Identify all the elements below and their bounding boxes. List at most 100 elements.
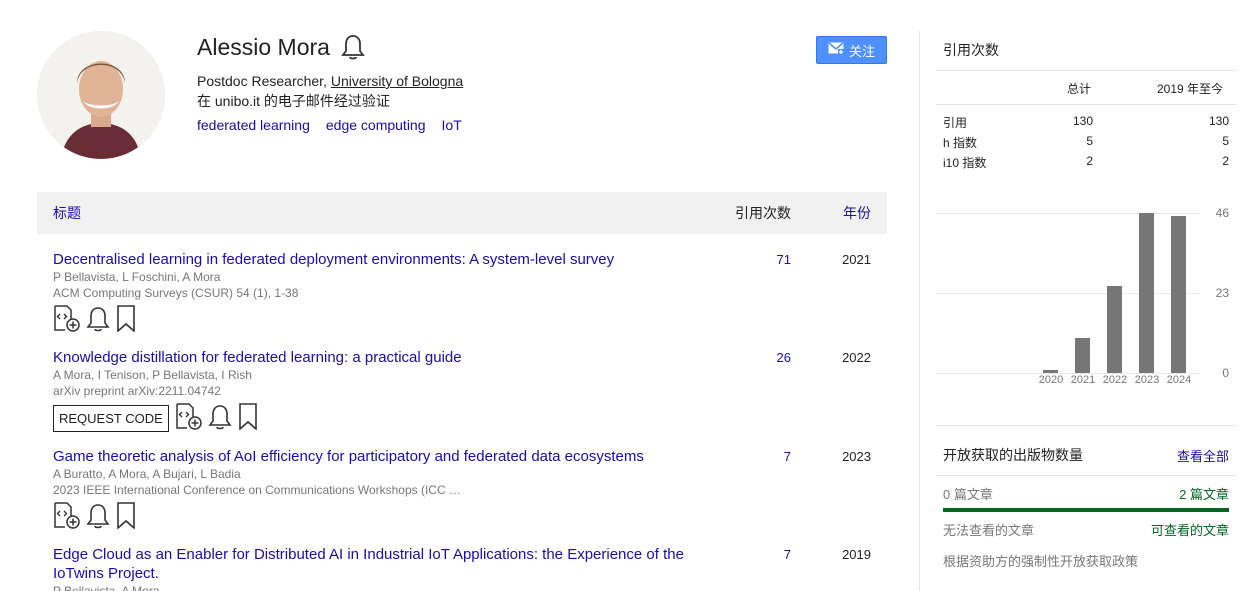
article-year: 2021 bbox=[842, 252, 871, 267]
divider bbox=[936, 70, 1237, 71]
chart-bar[interactable] bbox=[1107, 286, 1122, 373]
chart-y-tick-label: 46 bbox=[1215, 206, 1229, 220]
code-add-icon[interactable] bbox=[175, 403, 202, 433]
affiliation-role: Postdoc Researcher, bbox=[197, 73, 331, 89]
chart-gridline bbox=[936, 293, 1201, 294]
chart-y-tick-label: 0 bbox=[1222, 366, 1229, 380]
stats-col-all: 总计 bbox=[1067, 82, 1092, 96]
chart-y-tick-label: 23 bbox=[1215, 286, 1229, 300]
interests-list: federated learning edge computing IoT bbox=[197, 117, 462, 133]
view-all-link[interactable]: 查看全部 bbox=[1177, 446, 1229, 465]
request-code-button[interactable]: REQUEST CODE bbox=[53, 404, 169, 432]
mail-icon bbox=[828, 42, 844, 58]
affiliation: Postdoc Researcher, University of Bologn… bbox=[197, 72, 463, 90]
stats-row: h 指数 5 5 bbox=[943, 134, 1229, 150]
column-divider bbox=[919, 31, 920, 591]
chart-bar[interactable] bbox=[1171, 216, 1186, 373]
bell-icon[interactable] bbox=[340, 33, 366, 61]
stat-since: 2 bbox=[1222, 154, 1229, 168]
interest-link[interactable]: IoT bbox=[442, 117, 462, 133]
article-year: 2019 bbox=[842, 547, 871, 562]
profile-name: Alessio Mora bbox=[197, 33, 330, 60]
article-title-link[interactable]: Knowledge distillation for federated lea… bbox=[53, 348, 713, 367]
article-authors: A Buratto, A Mora, A Bujari, L Badia bbox=[53, 467, 241, 481]
article-title-link[interactable]: Game theoretic analysis of AoI efficienc… bbox=[53, 447, 713, 466]
stats-row: 引用 130 130 bbox=[943, 114, 1229, 130]
table-row: Knowledge distillation for federated lea… bbox=[53, 348, 887, 433]
article-venue: ACM Computing Surveys (CSUR) 54 (1), 1-3… bbox=[53, 286, 299, 300]
cited-by-title: 引用次数 bbox=[943, 42, 999, 58]
code-add-icon[interactable] bbox=[53, 305, 80, 335]
avatar bbox=[37, 31, 165, 159]
stat-label-link[interactable]: 引用 bbox=[943, 114, 967, 131]
bookmark-icon[interactable] bbox=[238, 403, 258, 433]
available-count-link[interactable]: 2 篇文章 bbox=[1179, 484, 1229, 503]
stat-since: 130 bbox=[1208, 114, 1229, 128]
chart-bar[interactable] bbox=[1139, 213, 1154, 373]
bell-icon[interactable] bbox=[86, 305, 110, 335]
article-title-link[interactable]: Decentralised learning in federated depl… bbox=[53, 250, 713, 269]
table-header: 标题 引用次数 年份 bbox=[37, 192, 887, 234]
stat-label-link[interactable]: i10 指数 bbox=[943, 154, 986, 171]
open-access-title: 开放获取的出版物数量 bbox=[943, 447, 1083, 463]
citation-count-link[interactable]: 71 bbox=[777, 252, 791, 267]
bell-icon[interactable] bbox=[208, 403, 232, 433]
table-row: Edge Cloud as an Enabler for Distributed… bbox=[53, 545, 887, 591]
article-authors: P Bellavista, L Foschini, A Mora bbox=[53, 270, 221, 284]
citation-count-link[interactable]: 7 bbox=[784, 547, 791, 562]
bookmark-icon[interactable] bbox=[116, 305, 136, 335]
stat-since: 5 bbox=[1222, 134, 1229, 148]
bell-icon[interactable] bbox=[86, 502, 110, 532]
profile-photo bbox=[37, 31, 165, 159]
chart-x-tick-label: 2022 bbox=[1102, 374, 1128, 386]
citation-count-link[interactable]: 26 bbox=[777, 350, 791, 365]
affiliation-org-link[interactable]: University of Bologna bbox=[331, 73, 463, 89]
stat-all: 5 bbox=[1086, 134, 1093, 148]
chart-bar[interactable] bbox=[1043, 369, 1058, 373]
article-title-link[interactable]: Edge Cloud as an Enabler for Distributed… bbox=[53, 545, 713, 583]
stats-row: i10 指数 2 2 bbox=[943, 154, 1229, 170]
mandate-policy-text: 根据资助方的强制性开放获取政策 bbox=[943, 554, 1139, 569]
stat-all: 2 bbox=[1086, 154, 1093, 168]
table-row: Decentralised learning in federated depl… bbox=[53, 250, 887, 335]
article-actions bbox=[53, 502, 887, 532]
chart-x-tick-label: 2020 bbox=[1038, 374, 1064, 386]
chart-x-tick-label: 2023 bbox=[1134, 374, 1160, 386]
article-actions bbox=[53, 305, 887, 335]
verified-email: 在 unibo.it 的电子邮件经过验证 bbox=[197, 93, 390, 109]
divider bbox=[936, 475, 1237, 476]
stat-all: 130 bbox=[1072, 114, 1093, 128]
article-authors: P Bellavista, A Mora bbox=[53, 584, 160, 591]
interest-link[interactable]: federated learning bbox=[197, 117, 310, 133]
follow-button[interactable]: 关注 bbox=[816, 36, 887, 64]
chart-gridline bbox=[936, 213, 1201, 214]
profile-name-row: Alessio Mora bbox=[197, 33, 366, 61]
divider bbox=[936, 425, 1237, 426]
interest-link[interactable]: edge computing bbox=[326, 117, 426, 133]
stats-col-since: 2019 年至今 bbox=[1157, 82, 1224, 96]
article-actions: REQUEST CODE bbox=[53, 403, 887, 433]
divider bbox=[936, 104, 1237, 105]
table-row: Game theoretic analysis of AoI efficienc… bbox=[53, 447, 887, 532]
sort-by-citations[interactable]: 引用次数 bbox=[735, 203, 791, 223]
article-venue: arXiv preprint arXiv:2211.04742 bbox=[53, 384, 221, 398]
sort-by-year[interactable]: 年份 bbox=[843, 203, 871, 223]
article-venue: 2023 IEEE International Conference on Co… bbox=[53, 483, 461, 497]
chart-x-tick-label: 2021 bbox=[1070, 374, 1096, 386]
unavailable-count-link[interactable]: 0 篇文章 bbox=[943, 484, 993, 503]
open-access-bar bbox=[943, 508, 1229, 512]
code-add-icon[interactable] bbox=[53, 502, 80, 532]
available-label: 可查看的文章 bbox=[1150, 523, 1229, 538]
chart-x-tick-label: 2024 bbox=[1166, 374, 1192, 386]
follow-label: 关注 bbox=[848, 43, 875, 59]
article-authors: A Mora, I Tenison, P Bellavista, I Rish bbox=[53, 368, 252, 382]
bookmark-icon[interactable] bbox=[116, 502, 136, 532]
stat-label-link[interactable]: h 指数 bbox=[943, 134, 977, 151]
chart-bar[interactable] bbox=[1075, 338, 1090, 373]
citation-count-link[interactable]: 7 bbox=[784, 449, 791, 464]
sort-by-title[interactable]: 标题 bbox=[53, 203, 81, 223]
article-year: 2022 bbox=[842, 350, 871, 365]
citations-bar-chart: 46 23 0 2020 2021 2022 2023 2024 bbox=[936, 200, 1237, 395]
article-year: 2023 bbox=[842, 449, 871, 464]
unavailable-label: 无法查看的文章 bbox=[943, 523, 1035, 538]
